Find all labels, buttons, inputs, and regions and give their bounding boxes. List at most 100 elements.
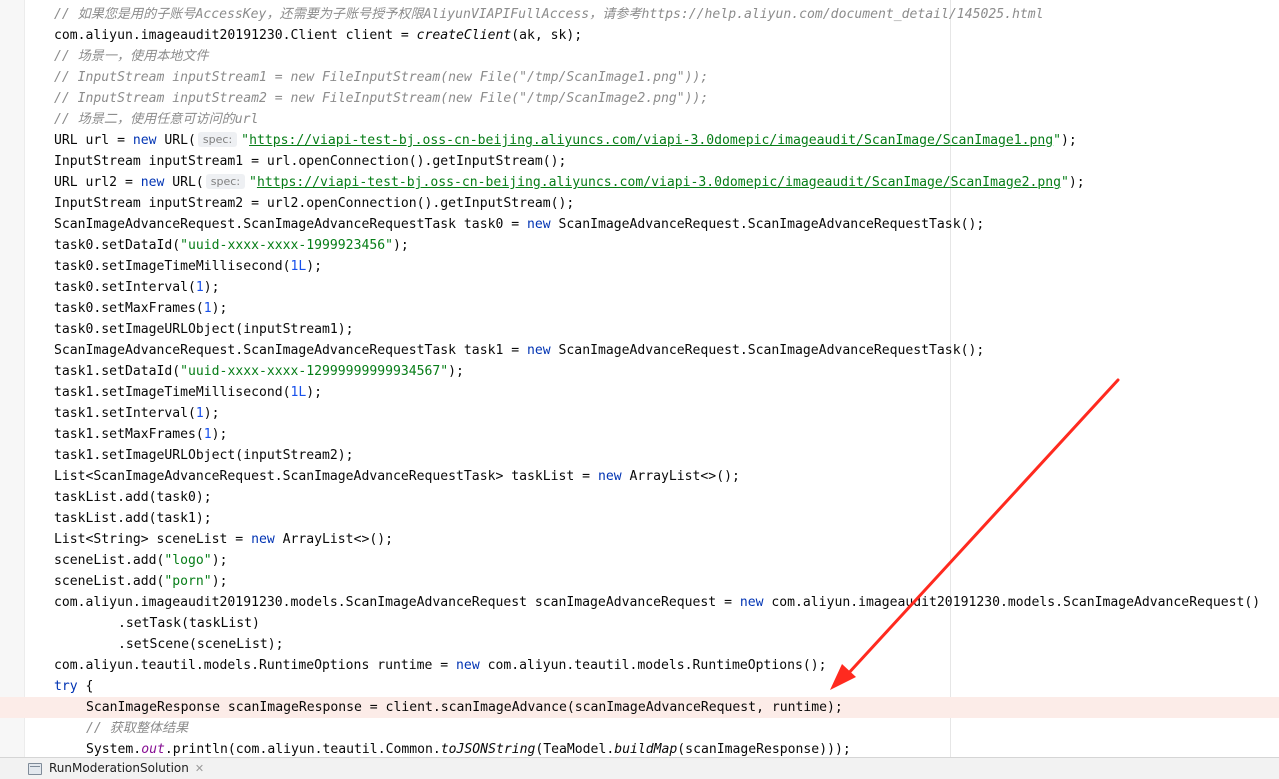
code-comment: // 场景一，使用本地文件 xyxy=(54,49,209,64)
code-text: taskList.add(task0); xyxy=(54,490,212,505)
code-line[interactable]: InputStream inputStream2 = url2.openConn… xyxy=(0,193,1279,214)
code-line[interactable]: task1.setDataId("uuid-xxxx-xxxx-12999999… xyxy=(0,361,1279,382)
code-line[interactable]: task0.setImageURLObject(inputStream1); xyxy=(0,319,1279,340)
code-text: .println(com.aliyun.teautil.Common. xyxy=(164,742,441,757)
code-text: task0.setMaxFrames( xyxy=(54,301,204,316)
code-line[interactable]: task1.setImageURLObject(inputStream2); xyxy=(0,445,1279,466)
code-line[interactable]: task0.setInterval(1); xyxy=(0,277,1279,298)
code-lines: // 如果您是用的子账号AccessKey，还需要为子账号授予权限AliyunV… xyxy=(0,4,1279,757)
code-text: ); xyxy=(306,259,323,274)
static-method-call: toJSONString xyxy=(440,742,536,757)
code-line[interactable]: .setScene(sceneList); xyxy=(0,634,1279,655)
number-literal: 1L xyxy=(290,259,307,274)
url-link[interactable]: https://viapi-test-bj.oss-cn-beijing.ali… xyxy=(249,133,1053,148)
code-line[interactable]: // 获取整体结果 xyxy=(0,718,1279,739)
code-line[interactable]: ScanImageAdvanceRequest.ScanImageAdvance… xyxy=(0,340,1279,361)
code-text: .setTask(taskList) xyxy=(118,616,260,631)
code-comment: // 如果您是用的子账号AccessKey，还需要为子账号授予权限AliyunV… xyxy=(54,7,1044,22)
code-text: InputStream inputStream2 = url2.openConn… xyxy=(54,196,575,211)
static-method-call: createClient xyxy=(416,28,512,43)
code-line[interactable]: task1.setMaxFrames(1); xyxy=(0,424,1279,445)
code-text: task0.setDataId( xyxy=(54,238,181,253)
parameter-hint: spec: xyxy=(205,174,246,189)
keyword-new: new xyxy=(132,133,157,148)
keyword-new: new xyxy=(527,217,551,232)
code-text: ScanImageAdvanceRequest.ScanImageAdvance… xyxy=(54,343,527,358)
code-text: ); xyxy=(448,364,464,379)
code-line[interactable]: task0.setDataId("uuid-xxxx-xxxx-19999234… xyxy=(0,235,1279,256)
code-editor[interactable]: // 如果您是用的子账号AccessKey，还需要为子账号授予权限AliyunV… xyxy=(0,0,1279,757)
code-line[interactable]: // 场景二，使用任意可访问的url xyxy=(0,109,1279,130)
code-line[interactable]: URL url = new URL(spec: "https://viapi-te… xyxy=(0,130,1279,151)
code-line[interactable]: .setTask(taskList) xyxy=(0,613,1279,634)
run-window-icon xyxy=(28,762,42,775)
code-text: ); xyxy=(306,385,323,400)
code-text: ScanImageAdvanceRequest.ScanImageAdvance… xyxy=(54,217,527,232)
code-text: com.aliyun.imageaudit20191230.models.Sca… xyxy=(763,595,1261,610)
code-text: URL( xyxy=(164,175,204,190)
string-literal: "logo" xyxy=(164,553,212,568)
code-text: List<ScanImageAdvanceRequest.ScanImageAd… xyxy=(54,469,598,484)
code-line[interactable]: com.aliyun.teautil.models.RuntimeOptions… xyxy=(0,655,1279,676)
code-text: task1.setInterval( xyxy=(54,406,196,421)
code-text: ArrayList<>(); xyxy=(621,469,740,484)
code-text: task0.setInterval( xyxy=(54,280,196,295)
code-line[interactable]: List<ScanImageAdvanceRequest.ScanImageAd… xyxy=(0,466,1279,487)
code-line[interactable]: URL url2 = new URL(spec: "https://viapi-t… xyxy=(0,172,1279,193)
run-tab[interactable]: RunModerationSolution ✕ xyxy=(28,758,204,779)
code-text: task1.setImageTimeMillisecond( xyxy=(54,385,291,400)
keyword-new: new xyxy=(251,532,275,547)
code-text: taskList.add(task1); xyxy=(54,511,212,526)
code-line[interactable]: // InputStream inputStream1 = new FileIn… xyxy=(0,67,1279,88)
string-literal: "uuid-xxxx-xxxx-1999923456" xyxy=(180,238,393,253)
code-line[interactable]: try { xyxy=(0,676,1279,697)
code-text: { xyxy=(77,679,94,694)
current-code-line[interactable]: ScanImageResponse scanImageResponse = cl… xyxy=(0,697,1279,718)
code-line[interactable]: task0.setMaxFrames(1); xyxy=(0,298,1279,319)
static-field: out xyxy=(141,742,165,757)
code-text: ScanImageAdvanceRequest.ScanImageAdvance… xyxy=(550,343,985,358)
code-text: ); xyxy=(1061,133,1077,148)
code-line[interactable]: // InputStream inputStream2 = new FileIn… xyxy=(0,88,1279,109)
code-text: ); xyxy=(203,406,220,421)
code-line[interactable]: taskList.add(task1); xyxy=(0,508,1279,529)
code-text: task1.setImageURLObject(inputStream2); xyxy=(54,448,354,463)
number-literal: 1 xyxy=(195,280,204,295)
code-line[interactable]: ScanImageAdvanceRequest.ScanImageAdvance… xyxy=(0,214,1279,235)
code-line[interactable]: sceneList.add("porn"); xyxy=(0,571,1279,592)
code-line[interactable]: task1.setInterval(1); xyxy=(0,403,1279,424)
code-line[interactable]: task0.setImageTimeMillisecond(1L); xyxy=(0,256,1279,277)
code-text: URL( xyxy=(156,133,196,148)
close-icon[interactable]: ✕ xyxy=(195,762,204,775)
code-line[interactable]: // 场景一，使用本地文件 xyxy=(0,46,1279,67)
code-line[interactable]: com.aliyun.imageaudit20191230.Client cli… xyxy=(0,25,1279,46)
code-line[interactable]: InputStream inputStream1 = url.openConne… xyxy=(0,151,1279,172)
code-line[interactable]: com.aliyun.imageaudit20191230.models.Sca… xyxy=(0,592,1279,613)
code-text: sceneList.add( xyxy=(54,574,165,589)
code-line[interactable]: // 如果您是用的子账号AccessKey，还需要为子账号授予权限AliyunV… xyxy=(0,4,1279,25)
code-comment: // InputStream inputStream2 = new FileIn… xyxy=(54,91,709,106)
code-text: task1.setDataId( xyxy=(54,364,181,379)
code-text: task0.setImageURLObject(inputStream1); xyxy=(54,322,354,337)
code-line[interactable]: List<String> sceneList = new ArrayList<>… xyxy=(0,529,1279,550)
string-quote: " xyxy=(1053,133,1062,148)
code-text: InputStream inputStream1 = url.openConne… xyxy=(54,154,567,169)
code-text: (ak, sk); xyxy=(511,28,583,43)
code-text: (scanImageResponse))); xyxy=(677,742,851,757)
code-line[interactable]: sceneList.add("logo"); xyxy=(0,550,1279,571)
code-text: com.aliyun.imageaudit20191230.Client cli… xyxy=(54,28,417,43)
code-text: com.aliyun.imageaudit20191230.models.Sca… xyxy=(54,595,740,610)
keyword-new: new xyxy=(456,658,480,673)
keyword-new: new xyxy=(739,595,764,610)
url-link[interactable]: https://viapi-test-bj.oss-cn-beijing.ali… xyxy=(257,175,1061,190)
code-line[interactable]: System.out.println(com.aliyun.teautil.Co… xyxy=(0,739,1279,757)
number-literal: 1 xyxy=(203,301,212,316)
code-line[interactable]: task1.setImageTimeMillisecond(1L); xyxy=(0,382,1279,403)
code-text: URL url2 = xyxy=(54,175,141,190)
static-method-call: buildMap xyxy=(614,742,678,757)
code-line[interactable]: taskList.add(task0); xyxy=(0,487,1279,508)
string-quote: " xyxy=(249,175,257,190)
code-text: ScanImageAdvanceRequest.ScanImageAdvance… xyxy=(550,217,985,232)
code-text: .setScene(sceneList); xyxy=(118,637,284,652)
code-text: ); xyxy=(211,553,228,568)
